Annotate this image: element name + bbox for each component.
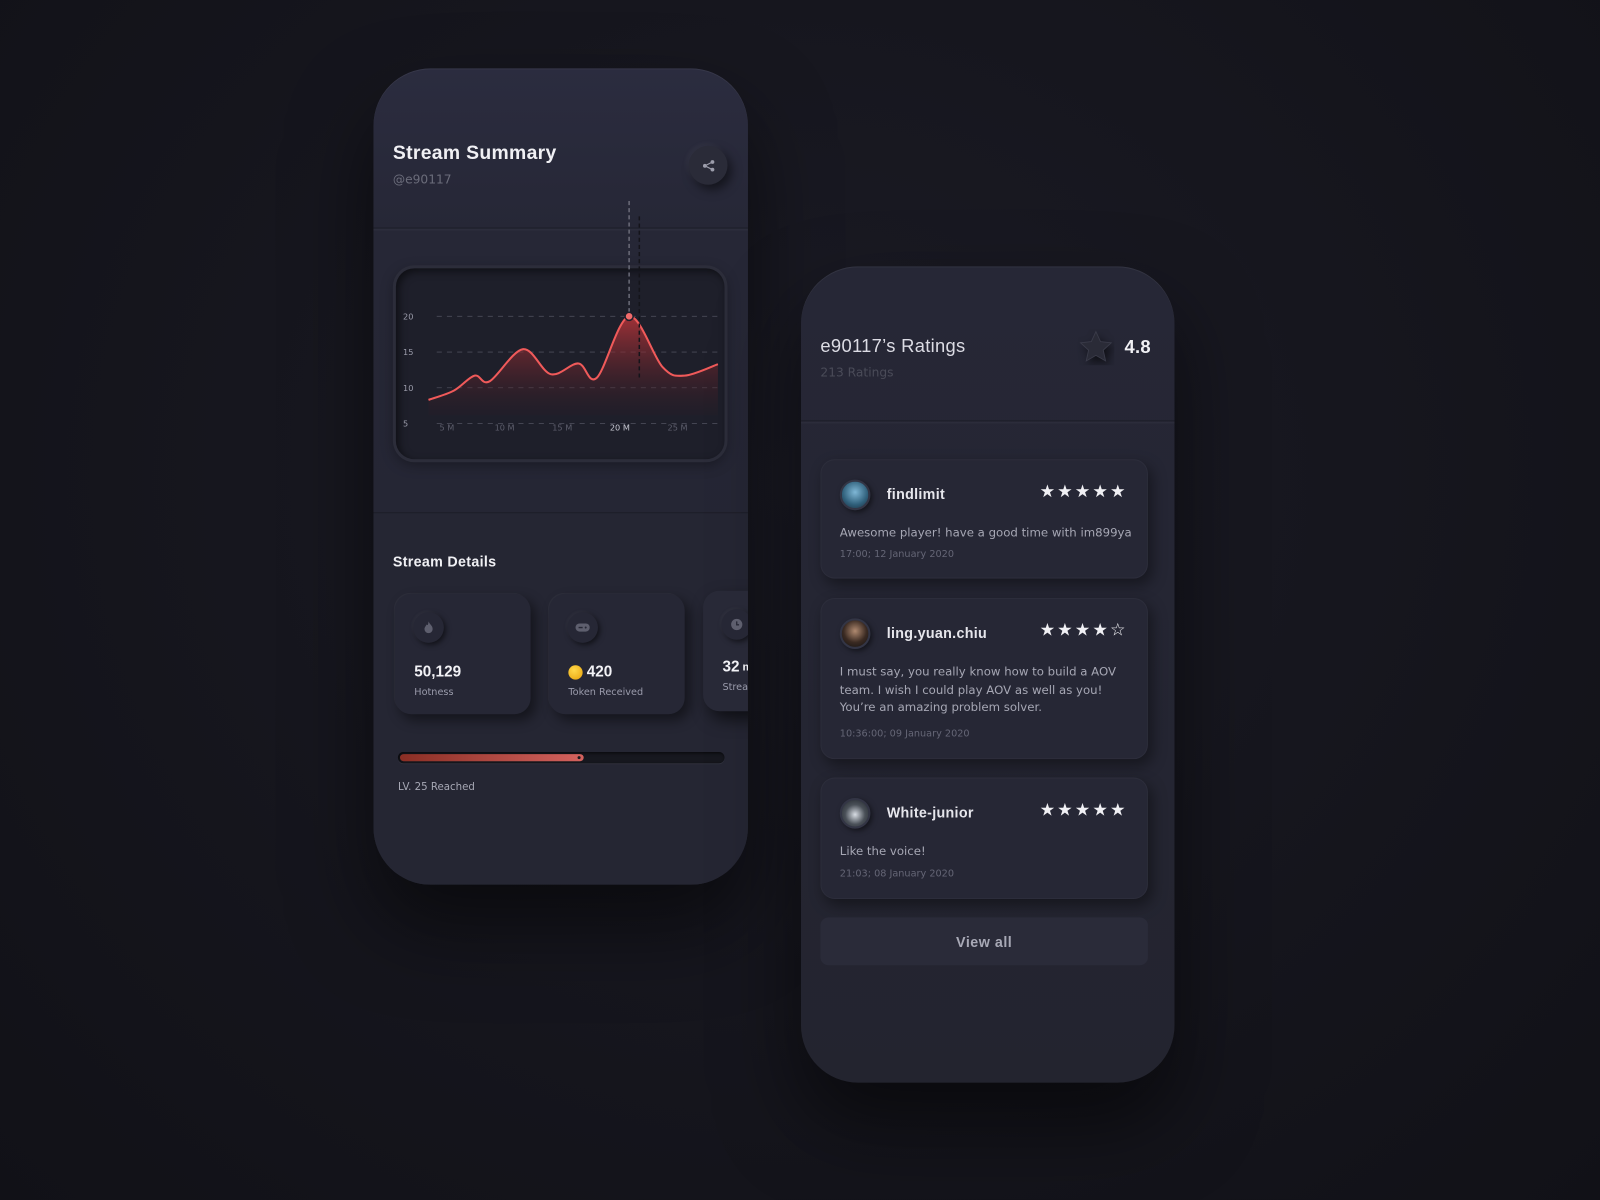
x-tick-label: 5 M [440, 423, 455, 433]
stat-label: Stream Time [722, 681, 748, 693]
ratings-title: e90117’s Ratings [820, 335, 966, 357]
review-time: 21:03; 08 January 2020 [839, 868, 954, 880]
review-card: findlimit ★★★★★ Awesome player! have a g… [820, 459, 1148, 579]
review-text: Awesome player! have a good time with im… [839, 525, 1132, 540]
review-card: ling.yuan.chiu ★★★★☆ I must say, you rea… [820, 597, 1148, 760]
review-text: I must say, you really know how to build… [839, 664, 1117, 715]
review-text: Like the voice! [839, 843, 926, 859]
y-tick-label: 20 [403, 311, 413, 321]
y-tick-label: 15 [403, 347, 413, 357]
view-all-button[interactable]: View all [820, 917, 1148, 966]
minutes-value: 32 [722, 658, 740, 676]
stat-label: Hotness [414, 686, 454, 698]
avatar [839, 797, 871, 829]
rating-stars: ★★★★☆ [1039, 620, 1128, 641]
level-progress-bar [397, 752, 725, 764]
reviewer-name: ling.yuan.chiu [886, 624, 988, 641]
star-icon [1079, 330, 1113, 362]
avatar [839, 618, 871, 649]
rating-score: 4.8 [1124, 336, 1151, 358]
minutes-unit: mins [743, 661, 748, 673]
section-title: Stream Details [392, 553, 497, 570]
clock-icon [731, 618, 743, 631]
ratings-count: 213 Ratings [820, 365, 894, 380]
y-tick-label: 5 [403, 419, 408, 429]
y-tick-label: 10 [403, 383, 413, 393]
coin-icon [568, 664, 583, 680]
reviewer-name: findlimit [886, 485, 946, 503]
stat-value: 420 [586, 663, 613, 681]
stat-card-hotness: 50,129 Hotness [394, 593, 531, 715]
avatar [839, 479, 871, 511]
stat-card-stream-time: 32mins42secs Stream Time [703, 590, 748, 712]
review-time: 17:00; 12 January 2020 [839, 548, 954, 561]
stream-summary-screen: Stream Summary @e90117 5 10 15 20 5 M 10 M 15 … [373, 68, 748, 885]
ratings-screen: e90117’s Ratings 213 Ratings 4.8 findlim… [801, 266, 1175, 1083]
x-tick-label: 15 M [552, 423, 572, 433]
stat-label: Token Received [568, 686, 644, 698]
flame-icon [424, 621, 433, 634]
level-label: LV. 25 Reached [397, 781, 475, 793]
x-tick-label: 25 M [668, 423, 688, 433]
rating-stars: ★★★★★ [1039, 481, 1128, 503]
review-time: 10:36:00; 09 January 2020 [839, 728, 970, 740]
level-progress-fill [399, 754, 584, 762]
reviewer-name: White-junior [886, 804, 974, 821]
review-card: White-junior ★★★★★ Like the voice! 21:03… [820, 777, 1148, 899]
stat-value: 50,129 [414, 663, 462, 681]
rating-stars: ★★★★★ [1039, 799, 1128, 821]
highlight-point [624, 311, 634, 322]
stat-card-tokens: 420 Token Received [548, 593, 685, 715]
x-tick-label: 20 M [610, 423, 630, 433]
canvas: Stream Summary @e90117 5 10 15 20 5 M 10 M 15 … [0, 0, 1600, 1200]
gamepad-icon [575, 623, 590, 632]
x-tick-label: 10 M [495, 423, 515, 433]
hotness-chart-plot: 5 10 15 20 5 M 10 M 15 M 20 M 25 M [403, 201, 723, 433]
